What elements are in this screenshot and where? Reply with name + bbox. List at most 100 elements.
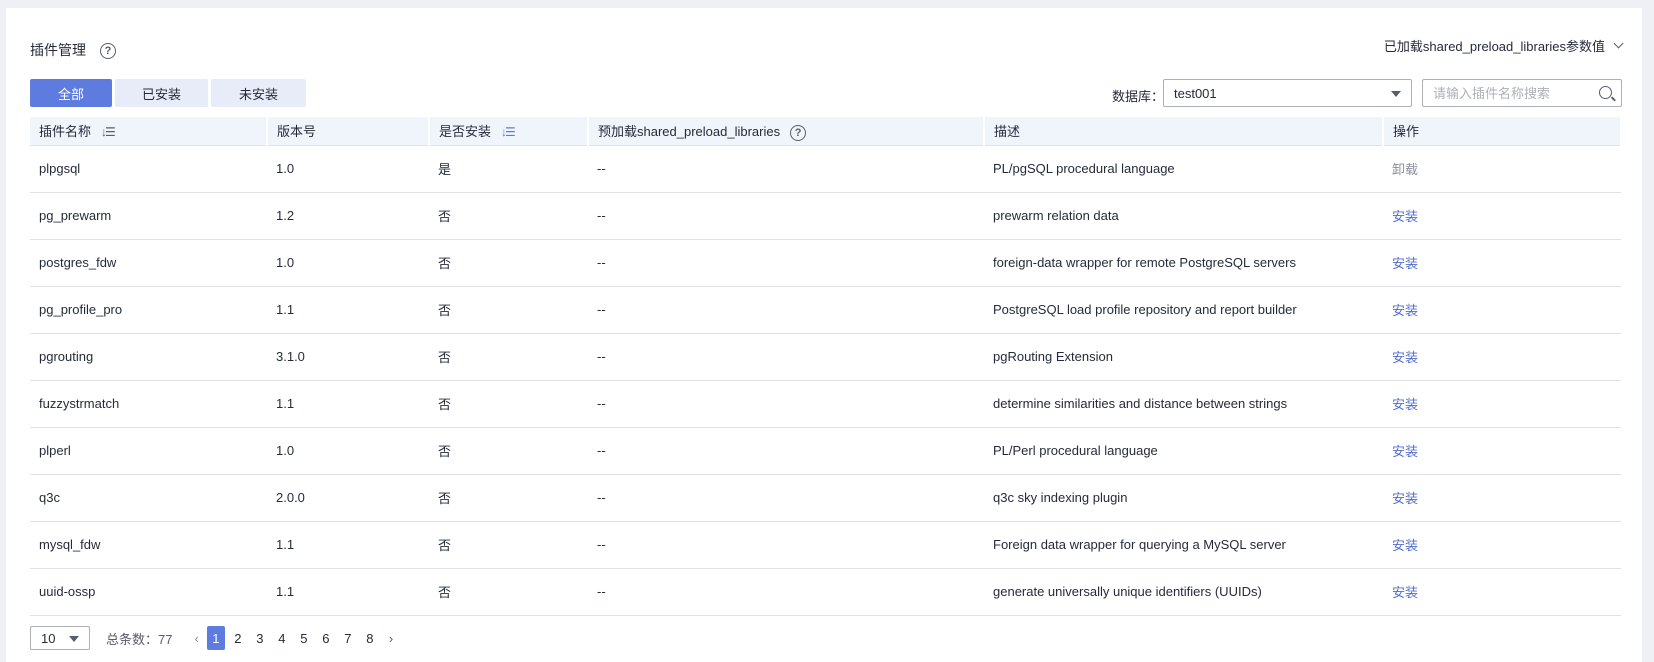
plugin-version: 1.0: [276, 161, 295, 176]
plugin-name-cell: uuid-ossp: [30, 568, 267, 616]
page-title: 插件管理?: [30, 40, 116, 60]
plugin-version-cell: 1.0: [267, 239, 429, 287]
pagination: 10 总条数：77 ‹ 12345678 ›: [30, 626, 401, 650]
action-link-cell: 卸载: [1383, 145, 1621, 193]
preload-value: --: [597, 255, 606, 270]
plugin-description-cell: PL/pgSQL procedural language: [984, 145, 1383, 193]
action-link-cell: 安装: [1383, 192, 1621, 240]
plugin-description-cell: Foreign data wrapper for querying a MySQ…: [984, 521, 1383, 569]
plugin-name: postgres_fdw: [39, 255, 117, 270]
action-link[interactable]: 安装: [1392, 444, 1418, 459]
plugin-version-cell: 2.0.0: [267, 474, 429, 522]
install-status-cell: 否: [429, 239, 588, 287]
action-link[interactable]: 安装: [1392, 397, 1418, 412]
preload-value-cell: --: [588, 239, 984, 287]
plugin-name-cell: mysql_fdw: [30, 521, 267, 569]
install-status: 否: [438, 350, 452, 365]
install-status-cell: 否: [429, 380, 588, 428]
plugin-description: determine similarities and distance betw…: [993, 396, 1288, 411]
table-row: pg_prewarm 1.2 否 -- prewarm relation data 安装: [30, 192, 1621, 240]
prev-page-icon[interactable]: ‹: [194, 631, 198, 646]
install-status: 否: [438, 538, 452, 553]
column-installed[interactable]: 是否安装 ↓☰: [429, 117, 589, 146]
action-link[interactable]: 安装: [1392, 491, 1418, 506]
plugin-description: pgRouting Extension: [993, 349, 1113, 364]
plugin-name-cell: q3c: [30, 474, 267, 522]
plugin-name-cell: plperl: [30, 427, 267, 475]
page-6[interactable]: 6: [317, 626, 335, 650]
action-link[interactable]: 安装: [1392, 303, 1418, 318]
action-link[interactable]: 安装: [1392, 256, 1418, 271]
action-link-cell: 安装: [1383, 521, 1621, 569]
preload-libraries-dropdown[interactable]: 已加载shared_preload_libraries参数值: [1384, 36, 1624, 55]
action-link[interactable]: 安装: [1392, 350, 1418, 365]
plugin-description: prewarm relation data: [993, 208, 1119, 223]
plugin-description-cell: prewarm relation data: [984, 192, 1383, 240]
column-action: 操作: [1383, 117, 1622, 146]
sort-icon[interactable]: ↓☰: [101, 125, 116, 139]
search-icon[interactable]: [1599, 86, 1612, 99]
page-1[interactable]: 1: [206, 626, 225, 650]
preload-value-cell: --: [588, 568, 984, 616]
plugin-name-cell: plpgsql: [30, 145, 267, 193]
plugin-version-cell: 1.1: [267, 521, 429, 569]
plugin-description-cell: determine similarities and distance betw…: [984, 380, 1383, 428]
page-5[interactable]: 5: [295, 626, 313, 650]
column-name[interactable]: 插件名称 ↓☰: [30, 117, 268, 146]
plugin-name-cell: pgrouting: [30, 333, 267, 381]
tab-installed[interactable]: 已安装: [115, 79, 208, 107]
action-link[interactable]: 安装: [1392, 585, 1418, 600]
action-link-cell: 安装: [1383, 333, 1621, 381]
preload-value: --: [597, 161, 606, 176]
help-icon[interactable]: ?: [790, 124, 807, 141]
filter-tabs: 全部 已安装 未安装: [30, 79, 306, 107]
page-4[interactable]: 4: [273, 626, 291, 650]
page-2[interactable]: 2: [229, 626, 247, 650]
column-version: 版本号: [267, 117, 430, 146]
sort-desc-icon[interactable]: ↓☰: [501, 125, 516, 139]
action-link[interactable]: 安装: [1392, 538, 1418, 553]
action-link-cell: 安装: [1383, 286, 1621, 334]
page-size-select[interactable]: 10: [30, 626, 90, 650]
action-link[interactable]: 卸载: [1392, 162, 1418, 177]
plugin-description: PL/pgSQL procedural language: [993, 161, 1175, 176]
tab-all[interactable]: 全部: [30, 79, 112, 107]
plugin-table: 插件名称 ↓☰ 版本号 是否安装 ↓☰ 预加载shared_preload_libr…: [30, 117, 1622, 616]
plugin-version-cell: 1.1: [267, 286, 429, 334]
plugin-name: pg_profile_pro: [39, 302, 123, 317]
plugin-version: 2.0.0: [276, 490, 305, 505]
help-icon[interactable]: ?: [100, 43, 116, 60]
plugin-version-cell: 3.1.0: [267, 333, 429, 381]
plugin-description: generate universally unique identifiers …: [993, 584, 1262, 599]
page-8[interactable]: 8: [361, 626, 379, 650]
install-status-cell: 否: [429, 192, 588, 240]
search-input[interactable]: [1433, 85, 1583, 101]
plugin-name-cell: pg_profile_pro: [30, 286, 267, 334]
column-preload: 预加载shared_preload_libraries?: [588, 117, 985, 146]
action-link[interactable]: 安装: [1392, 209, 1418, 224]
tab-not-installed[interactable]: 未安装: [211, 79, 306, 107]
plugin-name: plperl: [39, 443, 71, 458]
preload-value-cell: --: [588, 474, 984, 522]
plugin-description: q3c sky indexing plugin: [993, 490, 1128, 505]
plugin-description-cell: PostgreSQL load profile repository and r…: [984, 286, 1383, 334]
plugin-description-cell: pgRouting Extension: [984, 333, 1383, 381]
install-status-cell: 否: [429, 427, 588, 475]
page-7[interactable]: 7: [339, 626, 357, 650]
plugin-name: mysql_fdw: [39, 537, 101, 552]
preload-value: --: [597, 537, 606, 552]
total-count: 总条数：77: [106, 631, 173, 647]
action-link-cell: 安装: [1383, 427, 1621, 475]
preload-value-cell: --: [588, 521, 984, 569]
preload-value: --: [597, 490, 606, 505]
table-row: uuid-ossp 1.1 否 -- generate universally uniq…: [30, 568, 1621, 616]
next-page-icon[interactable]: ›: [389, 631, 393, 646]
action-link-cell: 安装: [1383, 380, 1621, 428]
plugin-version: 1.2: [276, 208, 295, 223]
plugin-name: fuzzystrmatch: [39, 396, 120, 411]
page-3[interactable]: 3: [251, 626, 269, 650]
plugin-name: uuid-ossp: [39, 584, 96, 599]
install-status: 否: [438, 444, 452, 459]
table-row: postgres_fdw 1.0 否 -- foreign-data wrapper f…: [30, 239, 1621, 287]
database-select[interactable]: test001: [1163, 79, 1412, 107]
